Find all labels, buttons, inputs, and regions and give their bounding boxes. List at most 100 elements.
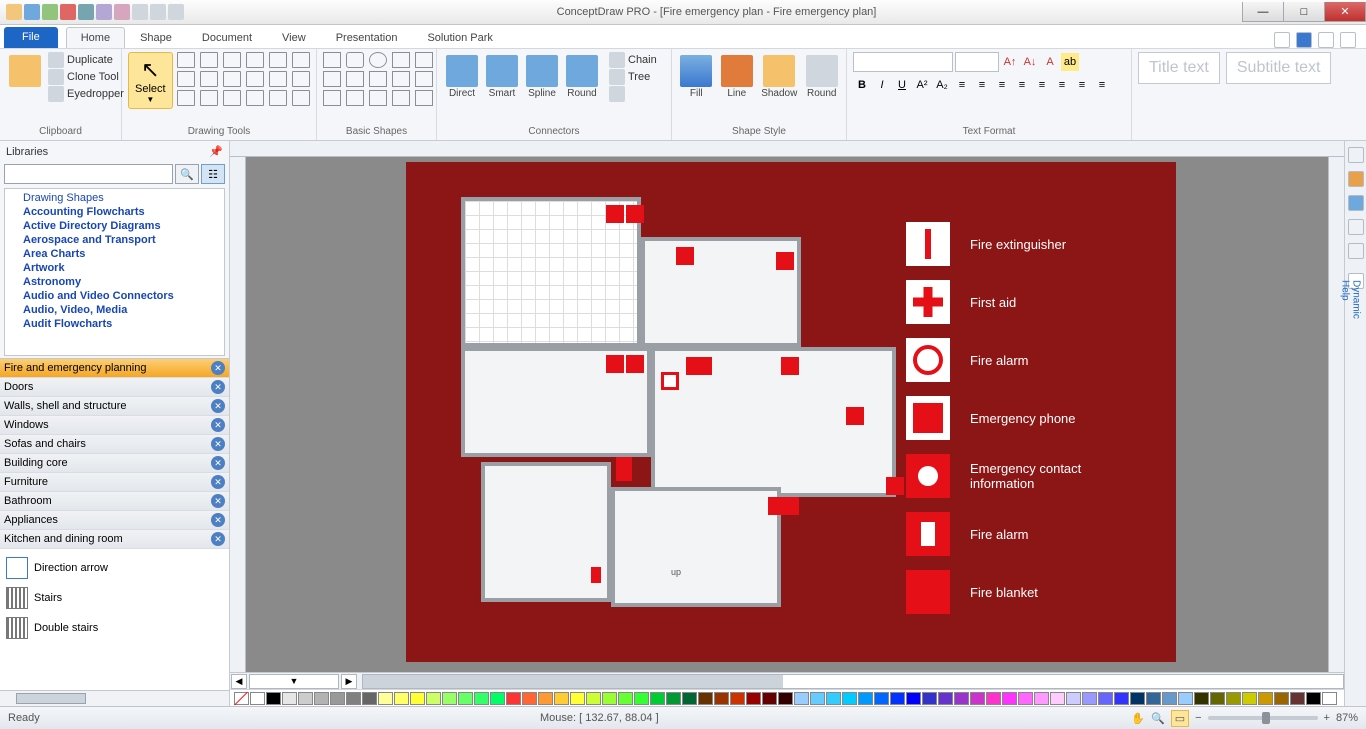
tab-home[interactable]: Home bbox=[66, 27, 125, 48]
tree-node[interactable]: Artwork bbox=[5, 261, 224, 275]
close-icon[interactable]: ✕ bbox=[211, 456, 225, 470]
align-center-icon[interactable]: ≡ bbox=[973, 76, 991, 94]
close-icon[interactable]: ✕ bbox=[211, 532, 225, 546]
fire-symbol[interactable] bbox=[626, 355, 644, 373]
color-swatch[interactable] bbox=[1002, 692, 1017, 705]
color-swatch[interactable] bbox=[538, 692, 553, 705]
horizontal-scrollbar[interactable] bbox=[362, 674, 1344, 689]
duplicate-button[interactable]: Duplicate bbox=[48, 52, 124, 68]
color-swatch[interactable] bbox=[1226, 692, 1241, 705]
tree-node[interactable]: Audio, Video, Media bbox=[5, 303, 224, 317]
close-icon[interactable]: ✕ bbox=[211, 361, 225, 375]
color-swatch[interactable] bbox=[1242, 692, 1257, 705]
library-tree[interactable]: Drawing Shapes Accounting Flowcharts Act… bbox=[4, 188, 225, 356]
title-placeholder[interactable]: Title text bbox=[1138, 52, 1220, 84]
connector-spline[interactable]: Spline bbox=[523, 52, 561, 102]
color-swatch[interactable] bbox=[810, 692, 825, 705]
select-tool[interactable]: ↖ Select ▼ bbox=[128, 52, 173, 109]
close-icon[interactable]: ✕ bbox=[211, 494, 225, 508]
fire-symbol[interactable] bbox=[846, 407, 864, 425]
file-menu[interactable]: File bbox=[4, 27, 58, 48]
basic-shapes-grid[interactable] bbox=[323, 52, 435, 106]
room[interactable] bbox=[611, 487, 781, 607]
fire-symbol[interactable] bbox=[781, 357, 799, 375]
drawing-canvas[interactable]: up Fire extinguisher First aid Fire alar… bbox=[246, 157, 1328, 672]
color-swatch[interactable] bbox=[1210, 692, 1225, 705]
qat-icon[interactable] bbox=[42, 4, 58, 20]
qat-icon[interactable] bbox=[168, 4, 184, 20]
category-item[interactable]: Walls, shell and structure✕ bbox=[0, 397, 229, 416]
tab-presentation[interactable]: Presentation bbox=[321, 27, 413, 48]
color-swatch[interactable] bbox=[1322, 692, 1337, 705]
qat-icon[interactable] bbox=[132, 4, 148, 20]
close-icon[interactable]: ✕ bbox=[211, 475, 225, 489]
category-item[interactable]: Fire and emergency planning✕ bbox=[0, 359, 229, 378]
tool-icon[interactable] bbox=[1348, 171, 1364, 187]
superscript-button[interactable]: A² bbox=[913, 76, 931, 94]
tab-view[interactable]: View bbox=[267, 27, 321, 48]
close-icon[interactable]: ✕ bbox=[211, 380, 225, 394]
bold-button[interactable]: B bbox=[853, 76, 871, 94]
color-swatch[interactable] bbox=[506, 692, 521, 705]
tree-node[interactable]: Active Directory Diagrams bbox=[5, 219, 224, 233]
help-icon[interactable] bbox=[1296, 32, 1312, 48]
category-item[interactable]: Kitchen and dining room✕ bbox=[0, 530, 229, 549]
category-item[interactable]: Doors✕ bbox=[0, 378, 229, 397]
color-swatch[interactable] bbox=[890, 692, 905, 705]
tree-node[interactable]: Audio and Video Connectors bbox=[5, 289, 224, 303]
panel-scrollbar[interactable] bbox=[0, 690, 229, 706]
align-middle-icon[interactable]: ≡ bbox=[1033, 76, 1051, 94]
color-swatch[interactable] bbox=[858, 692, 873, 705]
color-swatch[interactable] bbox=[1130, 692, 1145, 705]
color-swatch[interactable] bbox=[746, 692, 761, 705]
color-swatch[interactable] bbox=[1050, 692, 1065, 705]
close-icon[interactable]: ✕ bbox=[211, 399, 225, 413]
zoom-slider[interactable] bbox=[1208, 716, 1318, 720]
color-swatch[interactable] bbox=[842, 692, 857, 705]
shadow-button[interactable]: Shadow bbox=[759, 52, 799, 102]
connector-smart[interactable]: Smart bbox=[483, 52, 521, 102]
color-swatch[interactable] bbox=[682, 692, 697, 705]
color-swatch[interactable] bbox=[1162, 692, 1177, 705]
color-swatch[interactable] bbox=[938, 692, 953, 705]
category-item[interactable]: Windows✕ bbox=[0, 416, 229, 435]
fire-symbol[interactable] bbox=[616, 457, 632, 481]
color-swatch[interactable] bbox=[602, 692, 617, 705]
close-button[interactable]: ✕ bbox=[1324, 2, 1366, 22]
connector-direct[interactable]: Direct bbox=[443, 52, 481, 102]
color-swatch[interactable] bbox=[1306, 692, 1321, 705]
color-swatch[interactable] bbox=[554, 692, 569, 705]
tool-icon[interactable] bbox=[1348, 147, 1364, 163]
color-swatch[interactable] bbox=[634, 692, 649, 705]
chevron-down-icon[interactable] bbox=[1318, 32, 1334, 48]
color-swatch[interactable] bbox=[714, 692, 729, 705]
color-swatch[interactable] bbox=[666, 692, 681, 705]
pin-icon[interactable]: 📌 bbox=[209, 145, 223, 158]
sheet-prev-button[interactable]: ◀ bbox=[231, 674, 247, 689]
underline-button[interactable]: U bbox=[893, 76, 911, 94]
sheet-selector[interactable]: ▼ bbox=[249, 674, 339, 689]
close-icon[interactable]: ✕ bbox=[211, 437, 225, 451]
color-swatch[interactable] bbox=[586, 692, 601, 705]
tree-node[interactable]: Accounting Flowcharts bbox=[5, 205, 224, 219]
highlight-icon[interactable]: ab bbox=[1061, 53, 1079, 71]
color-swatch[interactable] bbox=[906, 692, 921, 705]
tab-solution-park[interactable]: Solution Park bbox=[412, 27, 507, 48]
color-swatch[interactable] bbox=[1034, 692, 1049, 705]
align-bottom-icon[interactable]: ≡ bbox=[1053, 76, 1071, 94]
tree-node[interactable]: Astronomy bbox=[5, 275, 224, 289]
color-swatch[interactable] bbox=[794, 692, 809, 705]
color-swatch[interactable] bbox=[474, 692, 489, 705]
color-swatch[interactable] bbox=[410, 692, 425, 705]
color-swatch[interactable] bbox=[346, 692, 361, 705]
tree-button[interactable]: Tree bbox=[609, 69, 657, 85]
first-aid-symbol[interactable] bbox=[661, 372, 679, 390]
color-swatch[interactable] bbox=[1114, 692, 1129, 705]
tool-icon[interactable] bbox=[1348, 195, 1364, 211]
color-swatch[interactable] bbox=[1178, 692, 1193, 705]
minimize-button[interactable]: — bbox=[1242, 2, 1284, 22]
subtitle-placeholder[interactable]: Subtitle text bbox=[1226, 52, 1332, 84]
tree-node[interactable]: Aerospace and Transport bbox=[5, 233, 224, 247]
color-swatch[interactable] bbox=[874, 692, 889, 705]
color-swatch[interactable] bbox=[698, 692, 713, 705]
